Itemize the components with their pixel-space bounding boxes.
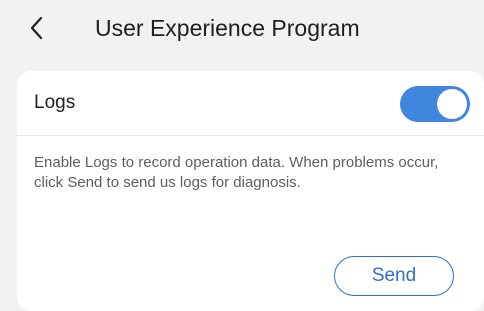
page-title: User Experience Program [95,15,360,41]
send-button[interactable]: Send [334,256,454,296]
logs-label: Logs [34,92,76,113]
logs-toggle[interactable] [400,86,470,122]
toggle-knob [437,89,467,119]
logs-card: Logs Enable Logs to record operation dat… [17,71,484,311]
back-button[interactable] [22,12,54,44]
logs-description: Enable Logs to record operation data. Wh… [34,154,439,191]
header-bar: User Experience Program [0,0,484,60]
logs-row: Logs [17,71,484,136]
chevron-left-icon [30,16,43,40]
